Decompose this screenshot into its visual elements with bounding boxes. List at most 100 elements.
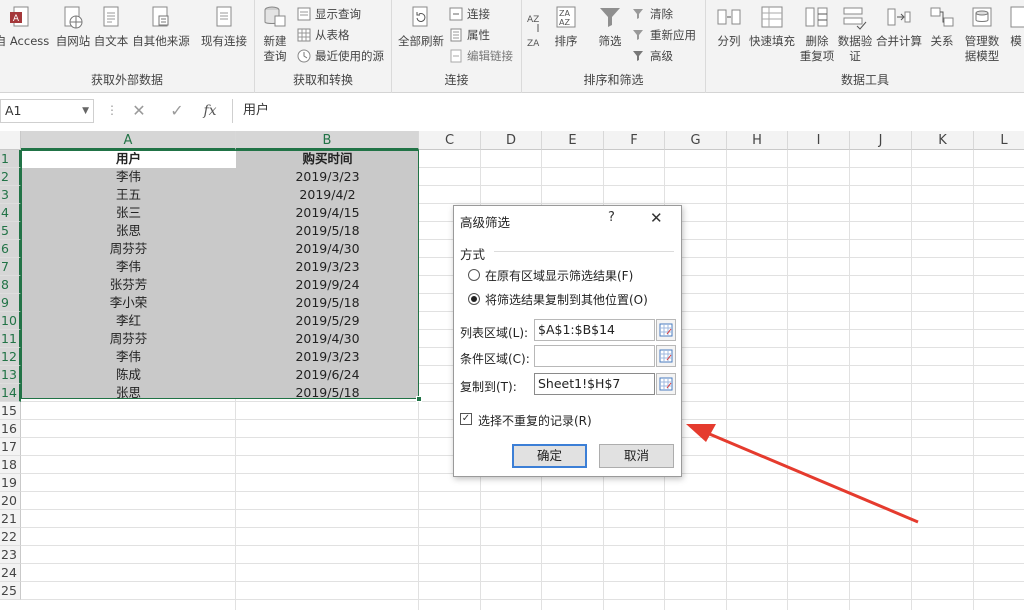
insert-function-icon[interactable]: fx: [199, 101, 221, 121]
column-header-a[interactable]: A: [21, 131, 236, 150]
advanced-filter-button[interactable]: 高级: [630, 46, 673, 66]
row-header-4[interactable]: 4: [0, 204, 21, 222]
relationships-button[interactable]: 关系: [927, 4, 957, 68]
row-header-1[interactable]: 1: [0, 150, 21, 168]
close-icon[interactable]: ✕: [650, 209, 663, 227]
unique-records-label[interactable]: 选择不重复的记录(R): [478, 412, 592, 429]
new-query-button[interactable]: 新建 查询: [257, 4, 293, 68]
confirm-entry-icon[interactable]: ✓: [166, 101, 188, 121]
column-header-c[interactable]: C: [419, 131, 481, 150]
properties-label: 属性: [467, 28, 490, 42]
row-header-24[interactable]: 24: [0, 564, 21, 582]
row-header-21[interactable]: 21: [0, 510, 21, 528]
copy-to-collapse-button[interactable]: [656, 373, 676, 395]
column-header-b[interactable]: B: [236, 131, 419, 150]
row-header-8[interactable]: 8: [0, 276, 21, 294]
row-header-15[interactable]: 15: [0, 402, 21, 420]
radio-filter-in-place[interactable]: [468, 269, 480, 281]
copy-to-input[interactable]: Sheet1!$H$7: [534, 373, 655, 395]
dialog-title: 高级筛选: [460, 215, 511, 230]
data-validation-button[interactable]: 数据验 证: [837, 4, 873, 68]
row-header-2[interactable]: 2: [0, 168, 21, 186]
unique-records-checkbox[interactable]: ✓: [460, 413, 472, 425]
validation-label-1: 数据验: [837, 34, 873, 48]
from-other-sources-button[interactable]: 自其他来源: [132, 4, 190, 68]
edit-links-label: 编辑链接: [467, 49, 513, 63]
from-text-button[interactable]: 自文本: [92, 4, 130, 68]
select-all-corner[interactable]: [0, 131, 21, 150]
list-range-collapse-button[interactable]: [656, 319, 676, 341]
fill-handle[interactable]: [416, 396, 422, 402]
row-header-6[interactable]: 6: [0, 240, 21, 258]
help-icon[interactable]: ?: [608, 210, 615, 225]
from-web-button[interactable]: 自网站: [54, 4, 92, 68]
row-header-12[interactable]: 12: [0, 348, 21, 366]
row-header-5[interactable]: 5: [0, 222, 21, 240]
column-header-l[interactable]: L: [974, 131, 1024, 150]
criteria-range-collapse-button[interactable]: [656, 345, 676, 367]
existing-connections-icon: [216, 6, 232, 27]
row-header-17[interactable]: 17: [0, 438, 21, 456]
consolidate-button[interactable]: 合并计算: [875, 4, 923, 68]
row-header-18[interactable]: 18: [0, 456, 21, 474]
name-box-dropdown-icon[interactable]: ▼: [82, 100, 89, 122]
column-header-d[interactable]: D: [481, 131, 542, 150]
sort-button[interactable]: ZA AZ 排序: [548, 4, 584, 68]
what-if-button[interactable]: 模: [1008, 4, 1024, 68]
formula-bar-grip-icon[interactable]: ⋮: [106, 103, 118, 117]
column-header-f[interactable]: F: [604, 131, 665, 150]
reapply-button[interactable]: 重新应用: [630, 25, 696, 45]
sort-az-button[interactable]: AZ ZA: [526, 8, 544, 72]
formula-input[interactable]: 用户: [232, 99, 1024, 123]
filter-button[interactable]: 筛选: [592, 4, 628, 68]
row-header-14[interactable]: 14: [0, 384, 21, 402]
refresh-all-button[interactable]: 全部刷新: [397, 4, 445, 68]
column-header-i[interactable]: I: [788, 131, 850, 150]
row-header-22[interactable]: 22: [0, 528, 21, 546]
svg-text:A: A: [13, 14, 20, 24]
row-header-10[interactable]: 10: [0, 312, 21, 330]
row-header-19[interactable]: 19: [0, 474, 21, 492]
recent-sources-button[interactable]: 最近使用的源: [295, 46, 384, 66]
gridline-horizontal: [21, 491, 1024, 492]
row-header-16[interactable]: 16: [0, 420, 21, 438]
manage-data-model-button[interactable]: 管理数 据模型: [962, 4, 1002, 68]
column-header-e[interactable]: E: [542, 131, 604, 150]
radio-copy-to-location-label[interactable]: 将筛选结果复制到其他位置(O): [485, 291, 648, 308]
connections-button[interactable]: 连接: [447, 4, 490, 24]
group-get-external-data: A 自 Access 自网站 自文本 自其他来源 现有连接 获取外部数据: [0, 0, 255, 93]
from-access-button[interactable]: A 自 Access: [0, 4, 50, 68]
properties-icon: [450, 28, 462, 42]
row-header-3[interactable]: 3: [0, 186, 21, 204]
row-header-25[interactable]: 25: [0, 582, 21, 600]
remove-duplicates-button[interactable]: 删除 重复项: [799, 4, 835, 68]
list-range-input[interactable]: $A$1:$B$14: [534, 319, 655, 341]
flash-fill-button[interactable]: 快速填充: [748, 4, 796, 68]
text-to-columns-button[interactable]: 分列: [712, 4, 746, 68]
criteria-range-input[interactable]: [534, 345, 655, 367]
column-header-g[interactable]: G: [665, 131, 727, 150]
column-header-h[interactable]: H: [727, 131, 788, 150]
from-table-button[interactable]: 从表格: [295, 25, 350, 45]
radio-filter-in-place-label[interactable]: 在原有区域显示筛选结果(F): [485, 267, 633, 284]
row-header-7[interactable]: 7: [0, 258, 21, 276]
cancel-entry-icon[interactable]: ✕: [128, 101, 150, 121]
clear-filter-button[interactable]: 清除: [630, 4, 673, 24]
row-header-9[interactable]: 9: [0, 294, 21, 312]
edit-links-button[interactable]: 编辑链接: [447, 46, 513, 66]
show-queries-button[interactable]: 显示查询: [295, 4, 361, 24]
column-header-j[interactable]: J: [850, 131, 912, 150]
remove-duplicates-icon: [805, 7, 828, 27]
column-header-k[interactable]: K: [912, 131, 974, 150]
row-header-20[interactable]: 20: [0, 492, 21, 510]
radio-copy-to-location[interactable]: [468, 293, 480, 305]
data-validation-icon: [843, 7, 867, 30]
row-header-11[interactable]: 11: [0, 330, 21, 348]
cancel-button[interactable]: 取消: [599, 444, 674, 468]
name-box[interactable]: A1 ▼: [0, 99, 94, 123]
properties-button[interactable]: 属性: [447, 25, 490, 45]
existing-connections-button[interactable]: 现有连接: [199, 4, 249, 68]
ok-button[interactable]: 确定: [512, 444, 587, 468]
row-header-13[interactable]: 13: [0, 366, 21, 384]
row-header-23[interactable]: 23: [0, 546, 21, 564]
